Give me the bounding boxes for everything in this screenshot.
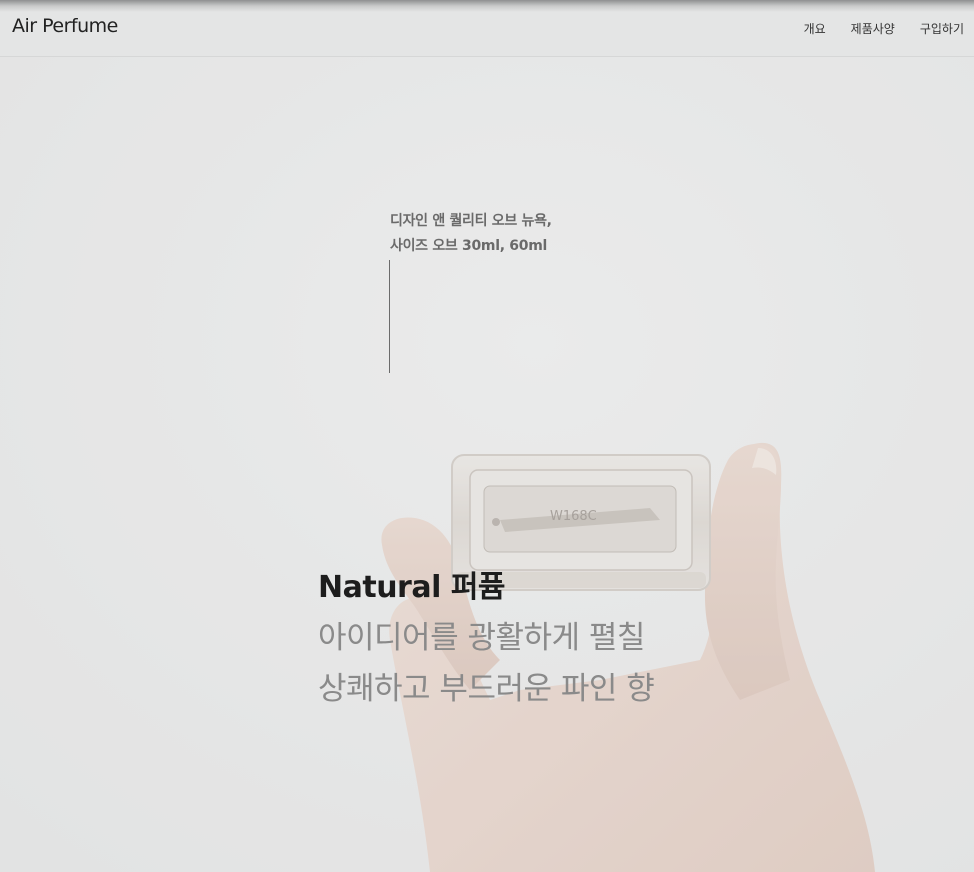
page: W168C Air Perfume 개요 제품사양 구입하기 디자인 앤 퀄리티… <box>0 0 974 872</box>
site-logo[interactable]: Air Perfume <box>12 15 118 37</box>
nav-item-specs[interactable]: 제품사양 <box>851 20 895 37</box>
hero-image: W168C <box>0 57 974 872</box>
hero-subtitle-line-2: 상쾌하고 부드러운 파인 향 <box>318 671 655 707</box>
nav-item-overview[interactable]: 개요 <box>804 20 826 37</box>
hero-caption: 디자인 앤 퀄리티 오브 뉴욕, 사이즈 오브 30ml, 60ml <box>390 209 552 259</box>
main-nav: 개요 제품사양 구입하기 <box>804 20 964 37</box>
caption-line-2: 사이즈 오브 30ml, 60ml <box>390 238 547 254</box>
hero-title: Natural 퍼퓸 <box>318 570 506 605</box>
caption-divider-line <box>389 260 390 373</box>
caption-line-1: 디자인 앤 퀄리티 오브 뉴욕, <box>390 213 552 229</box>
nav-item-purchase[interactable]: 구입하기 <box>920 20 964 37</box>
hero-headline: Natural 퍼퓸 아이디어를 광활하게 펼칠 상쾌하고 부드러운 파인 향 <box>318 566 655 715</box>
hero-subtitle-line-1: 아이디어를 광활하게 펼칠 <box>318 620 645 656</box>
site-header: Air Perfume 개요 제품사양 구입하기 <box>0 0 974 57</box>
